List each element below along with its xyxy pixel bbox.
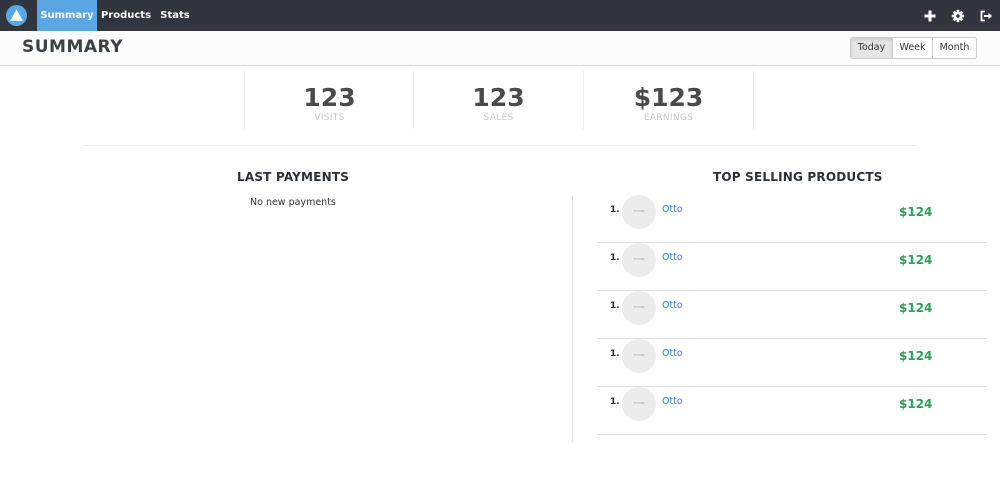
date-range-toggle: Today Week Month: [850, 37, 977, 59]
sign-out-icon[interactable]: [979, 8, 993, 22]
stat-label: VISITS: [314, 113, 345, 123]
thumbnail-placeholder-text: THUMB: [633, 209, 645, 213]
product-name-link[interactable]: Otto: [662, 396, 683, 407]
product-price: $124: [899, 205, 933, 219]
thumbnail-placeholder-text: THUMB: [633, 305, 645, 309]
product-rank: 1.: [610, 301, 620, 311]
product-thumbnail: THUMB: [622, 291, 656, 325]
product-name-link[interactable]: Otto: [662, 300, 683, 311]
range-week-button[interactable]: Week: [892, 38, 932, 58]
thumbnail-placeholder-text: THUMB: [633, 401, 645, 405]
product-price: $124: [899, 397, 933, 411]
range-month-button[interactable]: Month: [932, 38, 976, 58]
product-name-link[interactable]: Otto: [662, 204, 683, 215]
product-row[interactable]: 1. THUMB Otto $124: [597, 339, 987, 387]
thumbnail-placeholder-text: THUMB: [633, 353, 645, 357]
product-row[interactable]: 1. THUMB Otto $124: [597, 195, 987, 243]
nav-tab-products[interactable]: Products: [99, 0, 153, 31]
stat-value: $123: [633, 83, 704, 112]
no-payments-message: No new payments: [250, 197, 336, 208]
last-payments-title: LAST PAYMENTS: [237, 170, 350, 184]
section-divider: [83, 145, 916, 146]
product-rank: 1.: [610, 397, 620, 407]
product-price: $124: [899, 349, 933, 363]
top-selling-title: TOP SELLING PRODUCTS: [713, 170, 883, 184]
gear-icon[interactable]: [951, 8, 965, 23]
product-row[interactable]: 1. THUMB Otto $124: [597, 387, 987, 435]
product-rank: 1.: [610, 253, 620, 263]
product-rank: 1.: [610, 349, 620, 359]
page-title: SUMMARY: [22, 37, 124, 57]
range-today-button[interactable]: Today: [851, 38, 892, 58]
stat-earnings: $123 EARNINGS: [583, 71, 753, 129]
product-rank: 1.: [610, 205, 620, 215]
page-header: SUMMARY Today Week Month: [0, 31, 1000, 66]
product-thumbnail: THUMB: [622, 387, 656, 421]
triangle-logo-icon: [10, 9, 23, 21]
product-name-link[interactable]: Otto: [662, 348, 683, 359]
stat-value: 123: [303, 83, 356, 112]
stat-visits: 123 VISITS: [244, 71, 414, 129]
product-name-link[interactable]: Otto: [662, 252, 683, 263]
product-price: $124: [899, 301, 933, 315]
nav-tab-summary[interactable]: Summary: [37, 0, 97, 31]
product-row[interactable]: 1. THUMB Otto $124: [597, 243, 987, 291]
product-thumbnail: THUMB: [622, 243, 656, 277]
stat-label: EARNINGS: [643, 113, 694, 123]
nav-tab-stats[interactable]: Stats: [157, 0, 193, 31]
column-divider: [572, 196, 573, 442]
thumbnail-placeholder-text: THUMB: [633, 257, 645, 261]
stat-value: 123: [472, 83, 525, 112]
product-row[interactable]: 1. THUMB Otto $124: [597, 291, 987, 339]
product-thumbnail: THUMB: [622, 339, 656, 373]
stats-divider: [753, 71, 754, 129]
plus-icon[interactable]: [923, 8, 937, 22]
product-thumbnail: THUMB: [622, 195, 656, 229]
product-price: $124: [899, 253, 933, 267]
logo[interactable]: [6, 5, 27, 26]
stat-sales: 123 SALES: [413, 71, 583, 129]
top-navbar: Summary Products Stats: [0, 0, 1000, 31]
stat-label: SALES: [483, 113, 514, 123]
